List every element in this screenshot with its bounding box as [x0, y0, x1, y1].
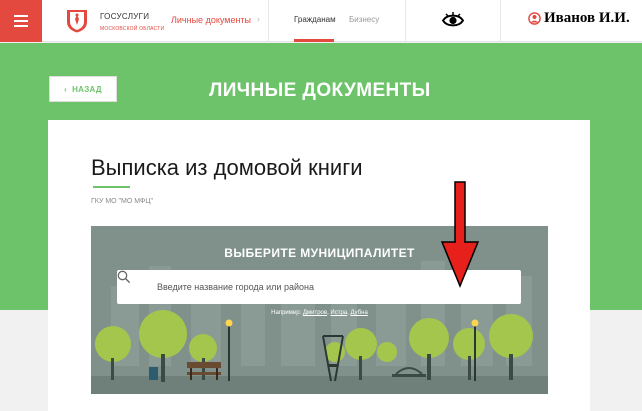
brand-title[interactable]: ГОСУСЛУГИ	[100, 12, 149, 21]
divider	[500, 0, 501, 42]
page-title: ЛИЧНЫЕ ДОКУМЕНТЫ	[209, 80, 431, 101]
service-title: Выписка из домовой книги	[91, 155, 363, 180]
eye-icon[interactable]	[442, 12, 464, 29]
brand-subtitle[interactable]: МОСКОВСКОЙ ОБЛАСТИ	[100, 26, 164, 32]
example-link-dubna[interactable]: Дубна	[350, 310, 367, 316]
back-button-label: НАЗАД	[72, 84, 102, 94]
chevron-left-icon: ‹	[64, 84, 68, 94]
annotation-arrow-icon	[440, 181, 480, 288]
examples-prefix: Например:	[271, 310, 302, 316]
example-link-istra[interactable]: Истра	[330, 310, 347, 316]
service-organization: ГКУ МО "МО МФЦ"	[91, 198, 154, 205]
divider	[268, 0, 269, 42]
user-name[interactable]: Иванов И.И.	[544, 10, 630, 27]
nav-active-indicator	[294, 39, 334, 42]
search-icon[interactable]	[117, 270, 131, 284]
nav-citizens[interactable]: Гражданам	[294, 15, 336, 24]
example-link-dmitrov[interactable]: Дмитров	[303, 310, 327, 316]
section-link-personal-docs[interactable]: Личные документы	[171, 15, 251, 25]
divider	[405, 0, 406, 42]
coat-of-arms-logo[interactable]	[66, 7, 88, 33]
title-underline	[93, 186, 130, 188]
top-bar: ГОСУСЛУГИ МОСКОВСКОЙ ОБЛАСТИ Личные доку…	[0, 0, 642, 42]
chevron-right-icon: ›	[257, 14, 260, 24]
back-button[interactable]: ‹ НАЗАД	[49, 76, 117, 102]
nav-business[interactable]: Бизнесу	[349, 15, 379, 24]
search-examples: Например: Дмитров, Истра, Дубна	[271, 310, 368, 316]
menu-icon[interactable]	[0, 0, 42, 42]
user-icon[interactable]	[528, 12, 541, 25]
